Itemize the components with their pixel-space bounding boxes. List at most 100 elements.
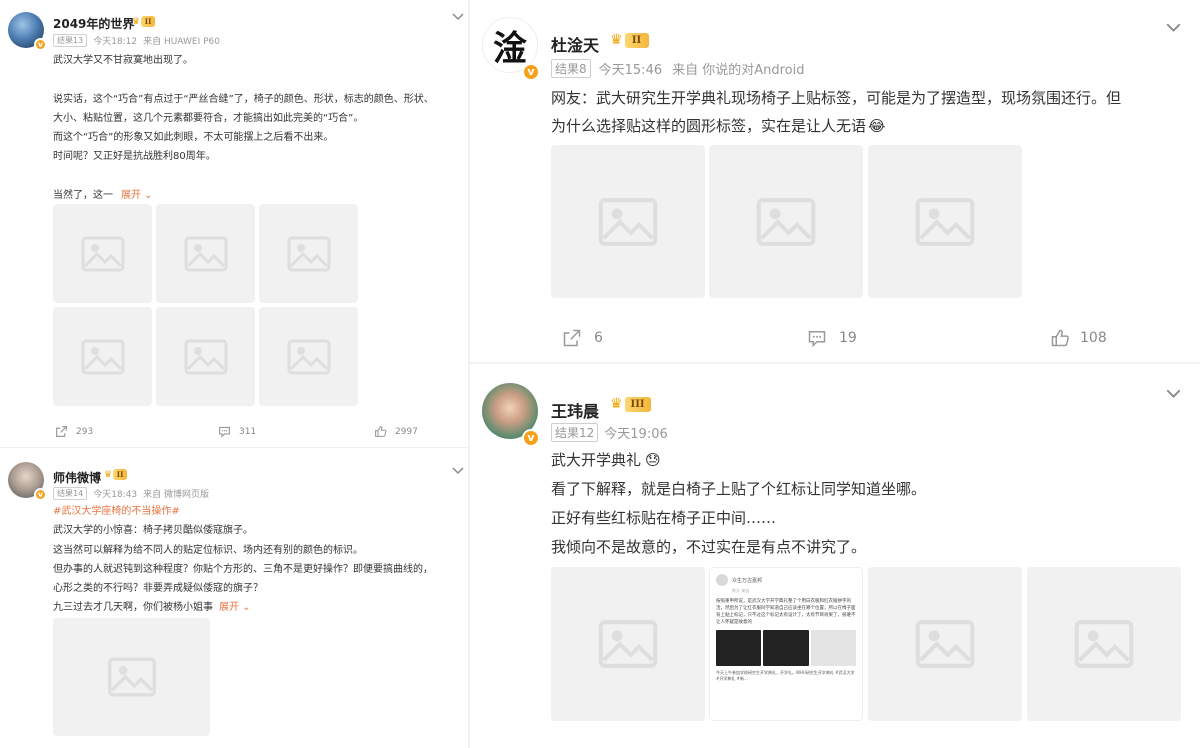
post-image[interactable] (53, 307, 152, 406)
sweat-emoji-icon: 😓 (645, 451, 661, 469)
post-image[interactable] (551, 567, 705, 721)
expand-link[interactable]: 展开 ⌄ (219, 602, 251, 613)
post-image[interactable] (259, 204, 358, 303)
chevron-down-icon[interactable] (452, 460, 464, 479)
username[interactable]: 2049年的世界 (53, 15, 134, 32)
repost-button[interactable]: 6 (562, 328, 603, 348)
image-placeholder-icon (107, 657, 156, 697)
image-placeholder-icon (184, 339, 227, 374)
image-placeholder-icon (756, 197, 816, 246)
chevron-down-icon[interactable] (1166, 384, 1181, 403)
repost-icon (563, 329, 581, 347)
crown-icon: ♛ (132, 16, 141, 27)
like-button[interactable]: 108 (1050, 328, 1107, 348)
post-divider (0, 447, 468, 448)
text-line: 武汉大学的小惊喜：椅子拷贝酷似倭寇旗子。 (53, 525, 253, 537)
text-line: 时间呢？又正好是抗战胜利80周年。 (53, 151, 216, 163)
laugh-cry-icon: 😂 (868, 117, 886, 135)
post-text: 网友：武大研究生开学典礼现场椅子上贴标签，可能是为了摆造型，现场氛围还行。但 为… (551, 84, 1121, 140)
post-source: 来自 你说的对Android (672, 63, 805, 78)
text-fragment: 九三过去才几天啊，你们被杨小姐事 (53, 602, 213, 614)
chevron-down-icon[interactable] (1166, 18, 1181, 37)
text-line: 为什么选择贴这样的圆形标签，实在是让人无语 😂 (551, 112, 1121, 140)
screenshot-image[interactable]: 众生万古嘉邦 昨天 来自 按照重申所说，是武汉大学开学典礼整了个用白衣服和红衣服… (709, 567, 863, 721)
text-fragment: 为什么选择贴这样的圆形标签，实在是让人无语 (551, 117, 867, 135)
like-button[interactable]: 2997 (374, 425, 418, 438)
repost-button[interactable]: 293 (55, 425, 93, 438)
like-icon (1051, 329, 1069, 347)
result-tag: 结果13 (53, 34, 88, 47)
username[interactable]: 师伟微博 (53, 469, 101, 486)
post-time[interactable]: 今天18:43 (93, 487, 137, 500)
screenshot-body: 按照重申所说，是武汉大学开学典礼整了个用白衣服和红衣服拼字的活，然后为了让红衣服… (716, 599, 856, 625)
post-image[interactable] (259, 307, 358, 406)
verified-icon: v (522, 429, 540, 447)
text-line: 说实话，这个“巧合”有点过于“严丝合缝”了，椅子的颜色、形状，标志的颜色、形状、 (53, 93, 434, 105)
chevron-down-icon[interactable] (452, 6, 464, 25)
comment-count: 311 (239, 426, 257, 437)
post-image[interactable] (53, 618, 210, 736)
text-line (53, 167, 434, 186)
hashtag-link[interactable]: #武汉大学座椅的不当操作# (53, 502, 433, 521)
post-image[interactable] (1027, 567, 1181, 721)
image-placeholder-icon (598, 620, 658, 668)
repost-count: 293 (76, 426, 94, 437)
text-line: 我倾向不是故意的，不过实在是有点不讲究了。 (551, 538, 867, 556)
result-tag: 结果14 (53, 487, 88, 500)
image-placeholder-icon (598, 197, 658, 246)
username[interactable]: 王玮晨 (551, 398, 599, 422)
text-line: 大小、粘贴位置，这几个元素都要符合，才能搞出如此完美的“巧合”。 (53, 112, 364, 124)
post-text: 武汉大学又不甘寂寞地出现了。 说实话，这个“巧合”有点过于“严丝合缝”了，椅子的… (53, 51, 434, 205)
image-placeholder-icon (287, 236, 330, 271)
text-line: 武汉大学又不甘寂寞地出现了。 (53, 55, 193, 66)
comment-icon (808, 331, 826, 348)
username[interactable]: 杜淦天 (551, 32, 599, 56)
weibo-post-3: 淦 v 杜淦天 ♛ II 结果8 今天15:46 来自 你说的对Android … (470, 0, 1200, 360)
post-source: 来自 微博网页版 (143, 490, 209, 500)
post-image[interactable] (53, 204, 152, 303)
post-text: #武汉大学座椅的不当操作# 武汉大学的小惊喜：椅子拷贝酷似倭寇旗子。 这当然可以… (53, 502, 433, 618)
text-fragment: 武大开学典礼 (551, 451, 642, 469)
vip-crown: ♛ III (610, 396, 651, 412)
post-time[interactable]: 今天15:46 (599, 59, 662, 78)
post-image[interactable] (709, 145, 863, 298)
screenshot-author: 众生万古嘉邦 (732, 577, 763, 584)
post-source: 来自 HUAWEI P60 (143, 37, 220, 47)
image-placeholder-icon (81, 236, 124, 271)
avatar-calligraphy: 淦 (493, 28, 527, 69)
comment-icon (219, 426, 230, 438)
post-image[interactable] (868, 145, 1022, 298)
repost-icon (56, 426, 67, 437)
post-time[interactable]: 今天18:12 (93, 34, 137, 47)
verified-icon: v (522, 63, 540, 81)
text-line: 九三过去才几天啊，你们被杨小姐事 展开 ⌄ (53, 598, 433, 617)
post-image[interactable] (551, 145, 705, 298)
weibo-post-4: v 王玮晨 ♛ III 结果12 今天19:06 武大开学典礼 😓 看了下解释，就… (470, 366, 1200, 748)
text-line: 网友：武大研究生开学典礼现场椅子上贴标签，可能是为了摆造型，现场氛围还行。但 (551, 89, 1122, 107)
comment-button[interactable]: 311 (218, 425, 256, 438)
screenshot-thumb (810, 630, 856, 666)
crown-icon: ♛ (104, 469, 113, 480)
post-image[interactable] (156, 204, 255, 303)
text-line: 这当然可以解释为给不同人的贴定位标识、场内还有别的颜色的标识。 (53, 544, 363, 556)
screenshot-avatar (716, 574, 728, 586)
screenshot-thumb (716, 630, 762, 666)
post-time[interactable]: 今天19:06 (604, 423, 667, 442)
text-line: 武大开学典礼 😓 (551, 446, 926, 475)
post-image[interactable] (156, 307, 255, 406)
post-image[interactable] (868, 567, 1022, 721)
text-fragment: 当然了，这一 (53, 190, 113, 202)
crown-icon: ♛ (610, 396, 623, 412)
text-line: 但办事的人就迟钝到这种程度？你贴个方形的、三角不是更好操作？即便要搞曲线的， (53, 563, 433, 575)
text-line: 看了下解释，就是白椅子上贴了个红标让同学知道坐哪。 (551, 480, 927, 498)
comment-button[interactable]: 19 (807, 328, 857, 348)
screenshot-thumb (763, 630, 809, 666)
expand-label: 展开 (121, 190, 141, 202)
image-placeholder-icon (915, 197, 975, 246)
vip-crown: ♛ II (610, 32, 649, 48)
expand-link[interactable]: 展开 ⌄ (121, 190, 153, 201)
post-meta: 结果14 今天18:43 来自 微博网页版 (53, 487, 209, 500)
result-tag: 结果8 (551, 59, 591, 78)
expand-label: 展开 (219, 602, 239, 614)
like-count: 2997 (395, 426, 418, 437)
